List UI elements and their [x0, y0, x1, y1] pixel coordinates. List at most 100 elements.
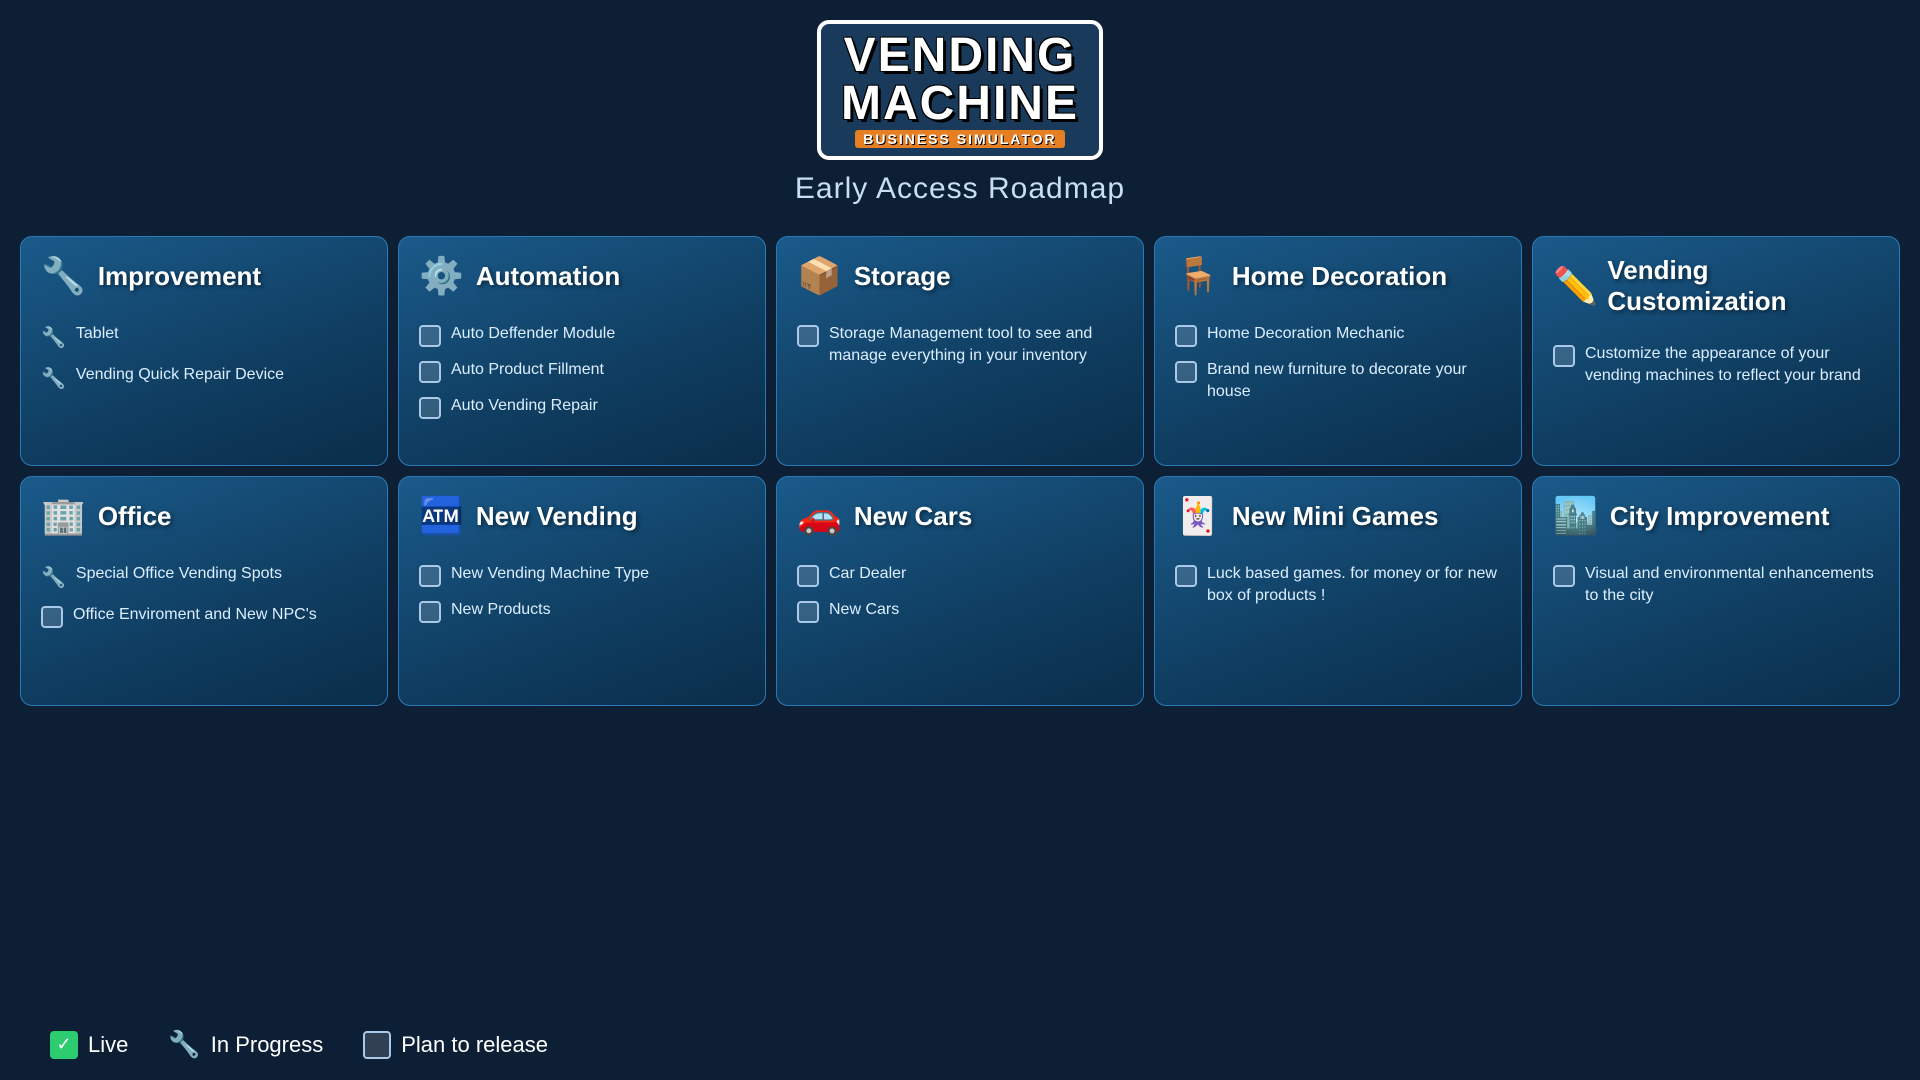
legend-in-progress: 🔧 In Progress [168, 1029, 323, 1060]
legend-bar: ✓ Live 🔧 In Progress Plan to release [20, 1009, 1900, 1080]
improvement-item-0: 🔧 Tablet [41, 323, 367, 352]
office-item-text-1: Office Enviroment and New NPC's [73, 604, 367, 626]
automation-item-1: Auto Product Fillment [419, 359, 745, 383]
plan-checkbox-icon [363, 1031, 391, 1059]
roadmap-grid: 🔧 Improvement 🔧 Tablet 🔧Vending Quick Repair… [20, 236, 1900, 706]
new-mini-games-item-text-0: Luck based games. for money or for new b… [1207, 563, 1501, 608]
new-cars-icon: 🚗 [797, 495, 842, 537]
wrench-icon: 🔧 [41, 324, 66, 352]
home-decoration-icon: 🪑 [1175, 255, 1220, 297]
new-mini-games-icon: 🃏 [1175, 495, 1220, 537]
card-new-cars: 🚗 New Cars Car Dealer New Cars [776, 476, 1144, 706]
card-header-home-decoration: 🪑Home Decoration [1175, 255, 1501, 307]
checkbox-icon [419, 361, 441, 383]
automation-icon: ⚙️ [419, 255, 464, 297]
checkbox-icon [419, 601, 441, 623]
checkbox-icon [1175, 565, 1197, 587]
new-cars-items: Car Dealer New Cars [797, 563, 1123, 623]
checkbox-icon [797, 601, 819, 623]
card-header-vending-customization: ✏️ Vending Customization [1553, 255, 1879, 327]
automation-item-0: Auto Deffender Module [419, 323, 745, 347]
home-decoration-items: Home Decoration Mechanic Brand new furnit… [1175, 323, 1501, 404]
new-vending-icon: 🏧 [419, 495, 464, 537]
new-vending-item-text-0: New Vending Machine Type [451, 563, 745, 585]
wrench-icon: 🔧 [41, 365, 66, 393]
card-automation: ⚙️ Automation Auto Deffender Module Auto Pr… [398, 236, 766, 466]
new-vending-item-0: New Vending Machine Type [419, 563, 745, 587]
plan-label: Plan to release [401, 1032, 548, 1058]
automation-item-2: Auto Vending Repair [419, 395, 745, 419]
office-items: 🔧Special Office Vending Spots Office Envi… [41, 563, 367, 628]
checkbox-icon [419, 397, 441, 419]
storage-icon: 📦 [797, 255, 842, 297]
automation-title: Automation [476, 261, 620, 292]
new-cars-title: New Cars [854, 501, 973, 532]
checkbox-icon [419, 565, 441, 587]
storage-items: Storage Management tool to see and manag… [797, 323, 1123, 368]
card-city-improvement: 🏙️City Improvement Visual and environment… [1532, 476, 1900, 706]
improvement-item-1: 🔧Vending Quick Repair Device [41, 364, 367, 393]
new-mini-games-items: Luck based games. for money or for new b… [1175, 563, 1501, 608]
vending-customization-icon: ✏️ [1553, 265, 1595, 307]
page-tagline: Early Access Roadmap [795, 172, 1125, 206]
legend-live: ✓ Live [50, 1031, 128, 1059]
improvement-title: Improvement [98, 261, 261, 292]
home-decoration-item-1: Brand new furniture to decorate your hou… [1175, 359, 1501, 404]
card-header-new-cars: 🚗 New Cars [797, 495, 1123, 547]
new-vending-title: New Vending [476, 501, 638, 532]
wrench-icon: 🔧 [41, 564, 66, 592]
grid-row-1: 🏢 Office 🔧Special Office Vending Spots Offi… [20, 476, 1900, 706]
checkbox-icon [1553, 565, 1575, 587]
office-item-0: 🔧Special Office Vending Spots [41, 563, 367, 592]
storage-title: Storage [854, 261, 951, 292]
card-new-vending: 🏧 New Vending New Vending Machine TypeNew … [398, 476, 766, 706]
card-header-improvement: 🔧 Improvement [41, 255, 367, 307]
vending-customization-title: Vending Customization [1607, 255, 1879, 317]
new-mini-games-item-0: Luck based games. for money or for new b… [1175, 563, 1501, 608]
automation-items: Auto Deffender Module Auto Product Fillme… [419, 323, 745, 419]
city-improvement-item-text-0: Visual and environmental enhancements to… [1585, 563, 1879, 608]
logo-subtitle: BUSINESS SIMULATOR [855, 130, 1064, 148]
card-header-storage: 📦 Storage [797, 255, 1123, 307]
card-header-automation: ⚙️ Automation [419, 255, 745, 307]
checkbox-icon [1553, 345, 1575, 367]
vending-customization-item-0: Customize the appearance of your vending… [1553, 343, 1879, 388]
card-office: 🏢 Office 🔧Special Office Vending Spots Offi… [20, 476, 388, 706]
home-decoration-item-0: Home Decoration Mechanic [1175, 323, 1501, 347]
game-logo: VENDING MACHINE BUSINESS SIMULATOR [817, 20, 1103, 160]
city-improvement-title: City Improvement [1610, 501, 1830, 532]
legend-plan: Plan to release [363, 1031, 548, 1059]
live-label: Live [88, 1032, 128, 1058]
card-new-mini-games: 🃏 New Mini Games Luck based games. for mon… [1154, 476, 1522, 706]
new-mini-games-title: New Mini Games [1232, 501, 1439, 532]
storage-item-0: Storage Management tool to see and manag… [797, 323, 1123, 368]
new-cars-item-text-0: Car Dealer [829, 563, 1123, 585]
new-cars-item-0: Car Dealer [797, 563, 1123, 587]
logo-line2: MACHINE [841, 80, 1079, 128]
office-icon: 🏢 [41, 495, 86, 537]
automation-item-text-1: Auto Product Fillment [451, 359, 745, 381]
office-title: Office [98, 501, 172, 532]
city-improvement-items: Visual and environmental enhancements to… [1553, 563, 1879, 608]
automation-item-text-2: Auto Vending Repair [451, 395, 745, 417]
new-vending-items: New Vending Machine TypeNew Products [419, 563, 745, 623]
checkbox-icon [41, 606, 63, 628]
home-decoration-item-text-1: Brand new furniture to decorate your hou… [1207, 359, 1501, 404]
card-storage: 📦 Storage Storage Management tool to see a… [776, 236, 1144, 466]
new-cars-item-text-1: New Cars [829, 599, 1123, 621]
improvement-item-text-0: Tablet [76, 323, 367, 345]
checkbox-icon [1175, 325, 1197, 347]
storage-item-text-0: Storage Management tool to see and manag… [829, 323, 1123, 368]
in-progress-label: In Progress [211, 1032, 324, 1058]
card-header-new-mini-games: 🃏 New Mini Games [1175, 495, 1501, 547]
checkbox-icon [1175, 361, 1197, 383]
logo-line1: VENDING [841, 32, 1079, 80]
improvement-icon: 🔧 [41, 255, 86, 297]
card-improvement: 🔧 Improvement 🔧 Tablet 🔧Vending Quick Repair… [20, 236, 388, 466]
card-vending-customization: ✏️ Vending Customization Customize the app… [1532, 236, 1900, 466]
improvement-items: 🔧 Tablet 🔧Vending Quick Repair Device [41, 323, 367, 393]
grid-row-0: 🔧 Improvement 🔧 Tablet 🔧Vending Quick Repair… [20, 236, 1900, 466]
card-header-city-improvement: 🏙️City Improvement [1553, 495, 1879, 547]
home-decoration-item-text-0: Home Decoration Mechanic [1207, 323, 1501, 345]
checkbox-icon [797, 325, 819, 347]
